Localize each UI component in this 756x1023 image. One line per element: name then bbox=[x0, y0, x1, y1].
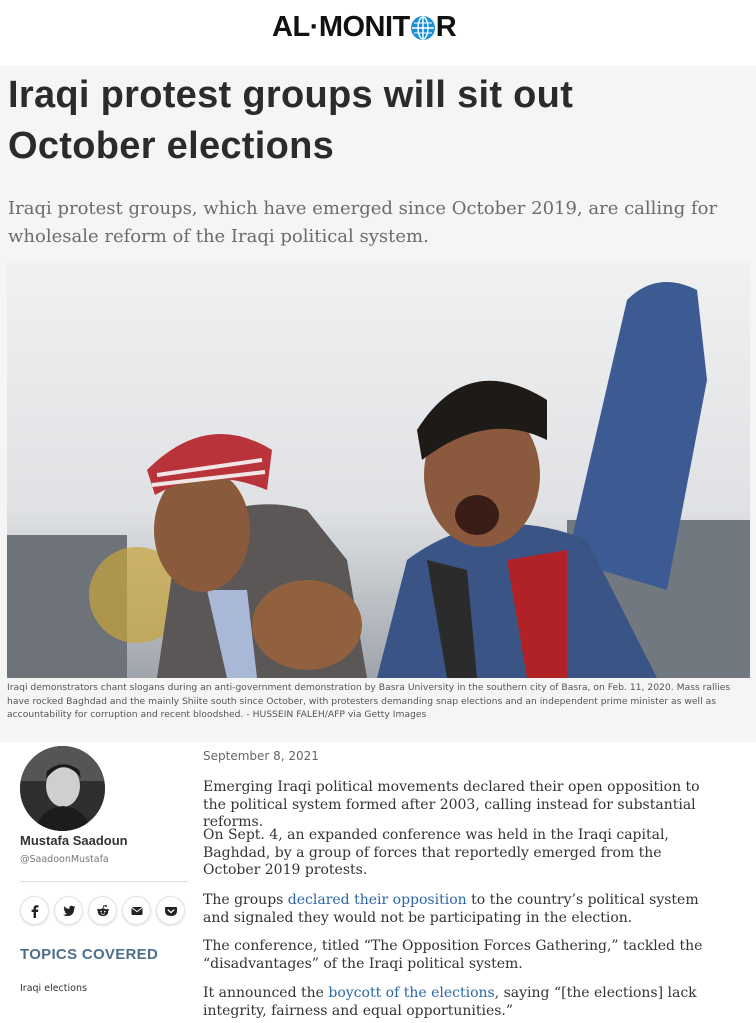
logo-text-right: R bbox=[435, 10, 457, 43]
site-header: AL·MONIT R bbox=[0, 0, 756, 66]
article-date: September 8, 2021 bbox=[203, 749, 319, 763]
author-avatar[interactable] bbox=[20, 746, 105, 831]
author-handle[interactable]: @SaadoonMustafa bbox=[20, 854, 109, 865]
article-paragraph-1: Emerging Iraqi political movements decla… bbox=[203, 779, 700, 830]
share-facebook-button[interactable] bbox=[20, 896, 49, 925]
facebook-icon bbox=[31, 904, 38, 918]
share-reddit-button[interactable] bbox=[88, 896, 117, 925]
site-logo[interactable]: AL·MONIT R bbox=[272, 10, 457, 44]
boycott-link[interactable]: boycott of the elections bbox=[328, 985, 494, 1001]
article-paragraph-4: The conference, titled “The Opposition F… bbox=[203, 938, 703, 972]
article-paragraph-3: The groups declared their opposition to … bbox=[203, 892, 723, 927]
article-paragraph-5: It announced the boycott of the election… bbox=[203, 985, 723, 1020]
topics-heading: TOPICS COVERED bbox=[20, 946, 159, 963]
author-name[interactable]: Mustafa Saadoun bbox=[20, 833, 128, 848]
topic-link-iraqi-elections[interactable]: Iraqi elections bbox=[20, 983, 87, 994]
article-paragraph-2: On Sept. 4, an expanded conference was h… bbox=[203, 827, 669, 878]
pocket-icon bbox=[164, 906, 177, 916]
share-buttons bbox=[20, 896, 185, 925]
reddit-icon bbox=[96, 904, 109, 916]
share-twitter-button[interactable] bbox=[54, 896, 83, 925]
sidebar-divider bbox=[20, 881, 188, 882]
globe-icon bbox=[410, 16, 435, 40]
paragraph-text: It announced the bbox=[203, 985, 329, 1001]
email-icon bbox=[130, 906, 143, 915]
share-email-button[interactable] bbox=[122, 896, 151, 925]
declared-opposition-link[interactable]: declared their opposition bbox=[288, 892, 467, 908]
paragraph-text: The groups bbox=[203, 892, 288, 908]
article-headline: Iraqi protest groups will sit out Octobe… bbox=[8, 74, 574, 167]
photo-caption: Iraqi demonstrators chant slogans during… bbox=[7, 682, 731, 720]
twitter-icon bbox=[62, 905, 75, 916]
article-dek: Iraqi protest groups, which have emerged… bbox=[8, 198, 718, 247]
article-photo bbox=[7, 260, 750, 678]
share-pocket-button[interactable] bbox=[156, 896, 185, 925]
logo-text-left: AL·MONIT bbox=[272, 10, 410, 43]
